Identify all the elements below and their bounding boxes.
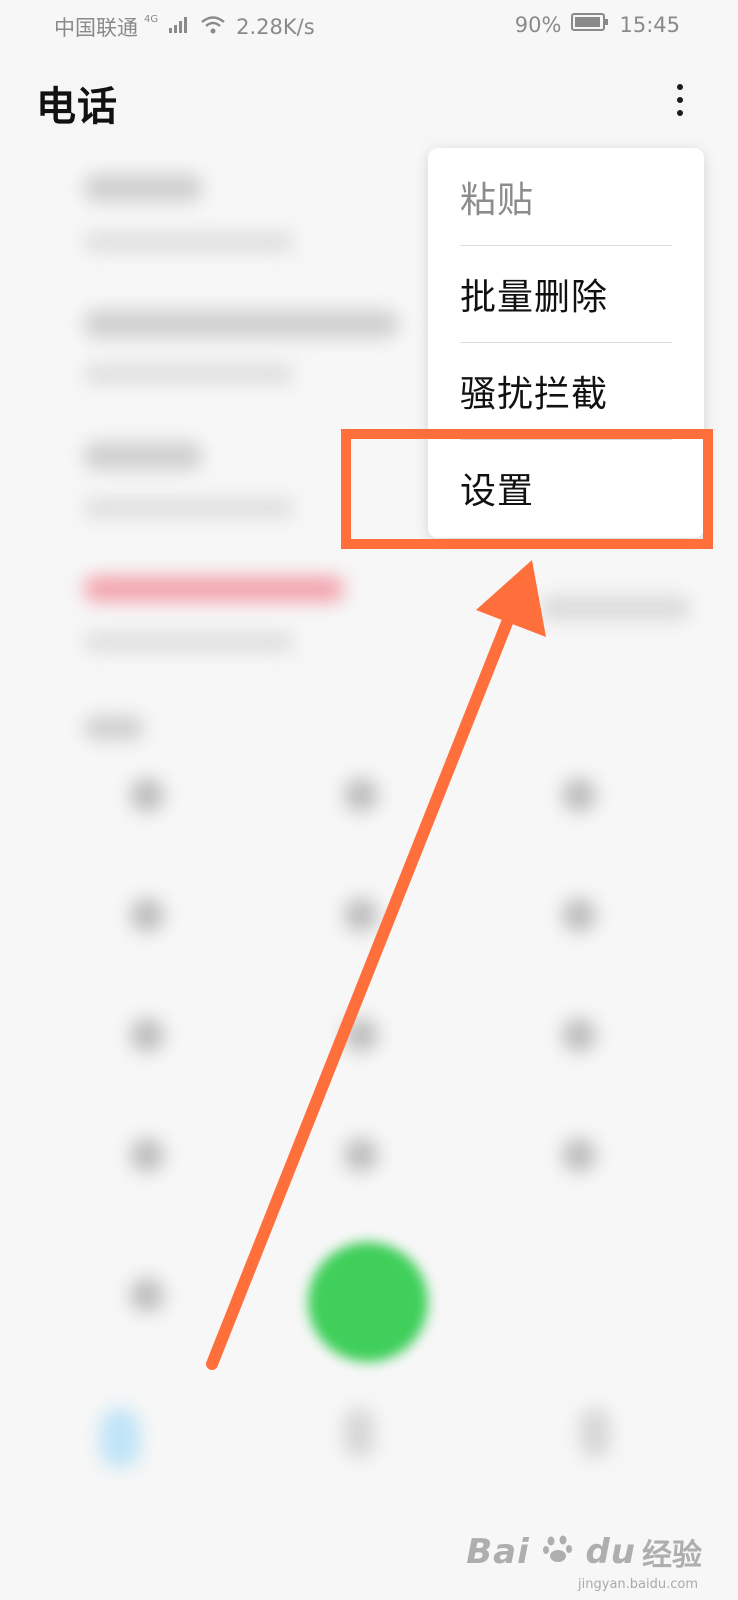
menu-item-batch-delete[interactable]: 批量删除 <box>460 245 672 343</box>
blurred-dialpad-key <box>562 778 596 812</box>
paw-icon <box>530 1532 586 1572</box>
blurred-tab-icon <box>580 1408 610 1458</box>
watermark-brand-du: du <box>585 1532 636 1572</box>
blurred-dialpad-key <box>562 898 596 932</box>
blurred-dialpad-key <box>130 1278 164 1312</box>
battery-percent-label: 90% <box>514 12 562 37</box>
blurred-section-label <box>84 716 144 740</box>
time-label: 15:45 <box>619 12 680 37</box>
blurred-dialpad-key <box>344 778 378 812</box>
battery-icon <box>571 12 609 37</box>
watermark-product: 经验 <box>642 1538 702 1573</box>
status-right: 90% 15:45 <box>515 12 680 37</box>
blurred-dialpad-key <box>344 1138 378 1172</box>
blurred-tab-icon <box>344 1408 374 1458</box>
blurred-dialpad-key <box>344 1018 378 1052</box>
menu-item-harassment-block[interactable]: 骚扰拦截 <box>460 342 672 440</box>
menu-item-paste[interactable]: 粘贴 <box>460 148 672 246</box>
network-speed-label: 2.28K/s <box>236 15 315 39</box>
blurred-call-log-entry <box>84 442 202 470</box>
blurred-dialpad-key <box>130 1138 164 1172</box>
network-type-label: 4G <box>144 13 159 25</box>
status-left: 中国联通 4G 2.28K/s <box>54 12 315 42</box>
blurred-call-log-entry <box>84 310 398 338</box>
more-options-button[interactable] <box>664 78 696 122</box>
blurred-call-log-detail <box>84 632 294 652</box>
watermark-brand: Bai du <box>466 1532 636 1572</box>
blurred-tab-icon <box>100 1408 140 1468</box>
blurred-missed-call-entry <box>84 576 344 602</box>
baidu-watermark: Bai du 经验 <box>466 1530 702 1574</box>
blurred-call-log-entry <box>84 174 202 202</box>
blurred-call-log-detail <box>84 364 294 384</box>
more-vertical-icon-dot <box>677 97 683 103</box>
more-vertical-icon <box>677 84 683 90</box>
blurred-row-icon <box>540 596 690 620</box>
watermark-brand-bai: Bai <box>466 1532 530 1572</box>
blurred-dialpad-key <box>562 1138 596 1172</box>
blurred-dialpad-key <box>130 1018 164 1052</box>
watermark-url: jingyan.baidu.com <box>578 1577 698 1592</box>
blurred-dialpad-key <box>562 1018 596 1052</box>
wifi-icon <box>200 15 226 40</box>
page-title: 电话 <box>36 84 118 130</box>
blurred-call-log-detail <box>84 498 294 518</box>
blurred-dialpad-key <box>130 898 164 932</box>
blurred-call-log-detail <box>84 232 294 252</box>
status-bar: 中国联通 4G 2.28K/s 90% 15:45 <box>0 0 738 50</box>
blurred-dialpad-key <box>130 778 164 812</box>
call-button[interactable] <box>308 1242 428 1362</box>
annotation-highlight-box <box>341 429 713 549</box>
app-header: 电话 <box>0 50 738 146</box>
more-vertical-icon-dot <box>677 110 683 116</box>
carrier-label: 中国联通 <box>54 16 138 40</box>
signal-icon <box>168 15 190 39</box>
blurred-dialpad-key <box>344 898 378 932</box>
